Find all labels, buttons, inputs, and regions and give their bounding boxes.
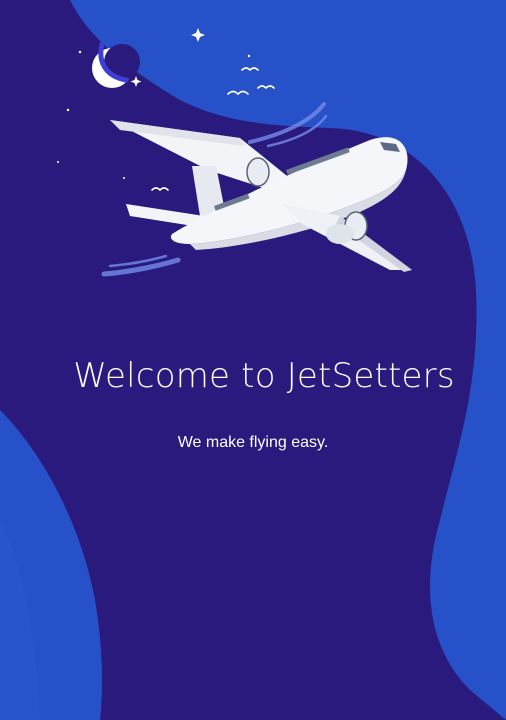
welcome-subtitle: We make flying easy. [177,434,329,451]
welcome-title: Welcome to JetSetters [73,356,455,396]
welcome-screen: Welcome to JetSetters We make flying eas… [0,0,506,720]
airplane-illustration [57,28,412,277]
airplane-icon [110,120,412,272]
